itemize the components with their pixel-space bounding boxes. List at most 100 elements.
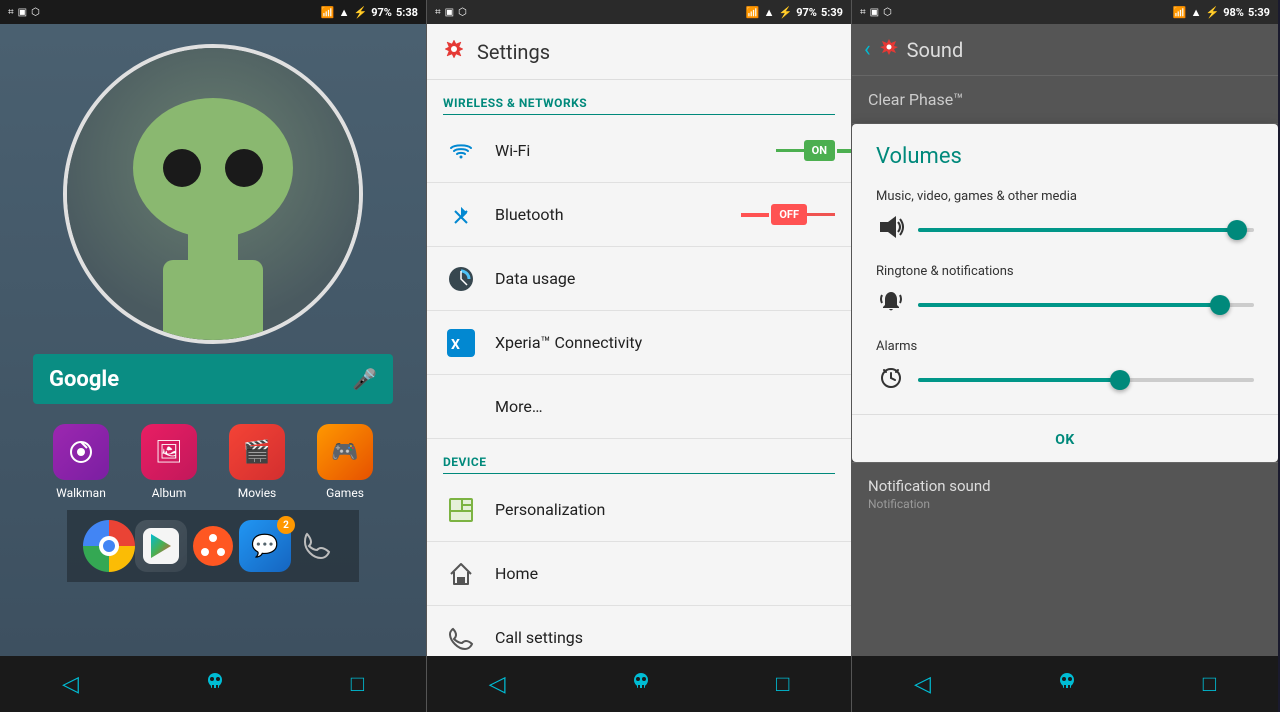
back-button-panel1[interactable]: ◁ (62, 672, 79, 697)
notification-sound-item[interactable]: Notification sound Notification (852, 462, 1278, 525)
volume-alarms-icon (876, 364, 906, 396)
back-button-panel3[interactable]: ◁ (914, 672, 931, 697)
bluetooth-toggle[interactable]: OFF (771, 204, 835, 225)
google-search-bar[interactable]: Google 🎤 (33, 354, 393, 404)
img-icon-p2: ▣ (445, 7, 454, 18)
battery-pct-panel3: 98% (1223, 6, 1244, 19)
volume-alarms-section: Alarms (876, 339, 1254, 396)
volume-music-row (876, 214, 1254, 246)
square-button-panel3[interactable]: □ (1203, 671, 1216, 697)
play-store-icon (135, 520, 187, 572)
wifi-toggle[interactable]: ON (776, 140, 835, 161)
bt-toggle-off[interactable]: OFF (771, 204, 807, 225)
chrome-app-icon (83, 520, 135, 572)
bottom-dock: 💬 2 (67, 510, 359, 582)
dock-xperia[interactable] (187, 520, 239, 572)
app-games[interactable]: 🎮 Games (309, 424, 381, 500)
dock-chrome[interactable] (83, 520, 135, 572)
walkman-label: Walkman (56, 486, 106, 500)
data-usage-item[interactable]: Data usage (427, 247, 851, 311)
volume-ringtone-label: Ringtone & notifications (876, 264, 1254, 279)
time-panel1: 5:38 (396, 6, 418, 19)
dock-play[interactable] (135, 520, 187, 572)
data-usage-icon (443, 261, 479, 297)
music-slider-track[interactable] (918, 228, 1254, 232)
call-settings-text: Call settings (495, 628, 835, 647)
album-icon: 🖼 (141, 424, 197, 480)
google-label: Google (49, 367, 119, 392)
more-text: More… (495, 397, 835, 416)
signal-icon-p3: ▲ (1191, 6, 1202, 19)
ok-button[interactable]: OK (1055, 432, 1075, 448)
volume-ringtone-section: Ringtone & notifications (876, 264, 1254, 321)
square-button-panel1[interactable]: □ (351, 671, 364, 697)
app-album[interactable]: 🖼 Album (133, 424, 205, 500)
status-bar-panel3: ⌗ ▣ ⬡ 📶 ▲ ⚡ 98% 5:39 (852, 0, 1278, 24)
bt-off-line (807, 213, 835, 216)
wireless-divider (443, 114, 835, 115)
more-icon (443, 389, 479, 425)
battery-pct-panel1: 97% (371, 6, 392, 19)
home-item[interactable]: Home (427, 542, 851, 606)
clear-phase-item[interactable]: Clear Phase™ (852, 76, 1278, 124)
wifi-setting-icon (443, 133, 479, 169)
wifi-setting-item[interactable]: Wi-Fi ON (427, 119, 851, 183)
battery-icon: ⚡ (353, 6, 367, 19)
ringtone-slider-track[interactable] (918, 303, 1254, 307)
music-slider-thumb[interactable] (1227, 220, 1247, 240)
call-settings-item[interactable]: Call settings (427, 606, 851, 656)
sound-header-icon (879, 37, 899, 62)
square-button-panel2[interactable]: □ (776, 671, 789, 697)
volume-alarms-row (876, 364, 1254, 396)
robot-avatar (63, 44, 363, 344)
sound-title: Sound (907, 38, 964, 62)
screenshot-icon: ▣ (18, 7, 27, 18)
mic-icon[interactable]: 🎤 (352, 367, 377, 391)
settings-title: Settings (477, 40, 550, 64)
ringtone-slider-thumb[interactable] (1210, 295, 1230, 315)
dock-phone[interactable] (291, 520, 343, 572)
skull-button-panel3[interactable] (1055, 670, 1079, 699)
settings-header: Settings (427, 24, 851, 80)
svg-text:X: X (451, 337, 460, 353)
alarms-slider-thumb[interactable] (1110, 370, 1130, 390)
volume-ringtone-icon (876, 289, 906, 321)
xperia-connectivity-item[interactable]: X Xperia™ Connectivity (427, 311, 851, 375)
dock-messages[interactable]: 💬 2 (239, 520, 291, 572)
wifi-on-line (776, 149, 804, 152)
clear-phase-text: Clear Phase™ (868, 90, 963, 109)
alarms-slider-track[interactable] (918, 378, 1254, 382)
wifi-setting-text: Wi-Fi (495, 141, 760, 160)
skull-button-panel2[interactable] (629, 670, 653, 699)
img-icon-p3: ▣ (870, 7, 879, 18)
movies-icon: 🎬 (229, 424, 285, 480)
volumes-dialog: Volumes Music, video, games & other medi… (852, 124, 1278, 462)
walkman-icon (53, 424, 109, 480)
home-screen-panel: ⌗ ▣ ⬡ 📶 ▲ ⚡ 97% 5:38 (0, 0, 426, 712)
back-button-panel2[interactable]: ◁ (489, 672, 506, 697)
volumes-title: Volumes (876, 144, 1254, 169)
wireless-section-header: WIRELESS & NETWORKS (427, 80, 851, 114)
messages-app-icon: 💬 2 (239, 520, 291, 572)
games-label: Games (326, 486, 364, 500)
nav-bar-panel1: ◁ □ (0, 656, 426, 712)
app-movies[interactable]: 🎬 Movies (221, 424, 293, 500)
personalization-text: Personalization (495, 500, 835, 519)
xperia-conn-text: Xperia™ Connectivity (495, 333, 835, 352)
status-right-panel1: 📶 ▲ ⚡ 97% 5:38 (321, 6, 418, 19)
app-walkman[interactable]: Walkman (45, 424, 117, 500)
device-divider (443, 473, 835, 474)
dialog-ok-section: OK (852, 414, 1278, 462)
personalization-item[interactable]: Personalization (427, 478, 851, 542)
bluetooth-setting-text: Bluetooth (495, 205, 755, 224)
settings-body: WIRELESS & NETWORKS Wi-Fi ON (427, 80, 851, 656)
more-item[interactable]: More… (427, 375, 851, 439)
skull-button-panel1[interactable] (203, 670, 227, 699)
device-section-header: DEVICE (427, 439, 851, 473)
bluetooth-setting-icon (443, 197, 479, 233)
wifi-toggle-on[interactable]: ON (804, 140, 835, 161)
robot-eye-left (163, 149, 201, 187)
bluetooth-setting-item[interactable]: Bluetooth OFF (427, 183, 851, 247)
back-arrow-sound[interactable]: ‹ (864, 37, 871, 62)
status-left-panel3: ⌗ ▣ ⬡ (860, 7, 892, 18)
